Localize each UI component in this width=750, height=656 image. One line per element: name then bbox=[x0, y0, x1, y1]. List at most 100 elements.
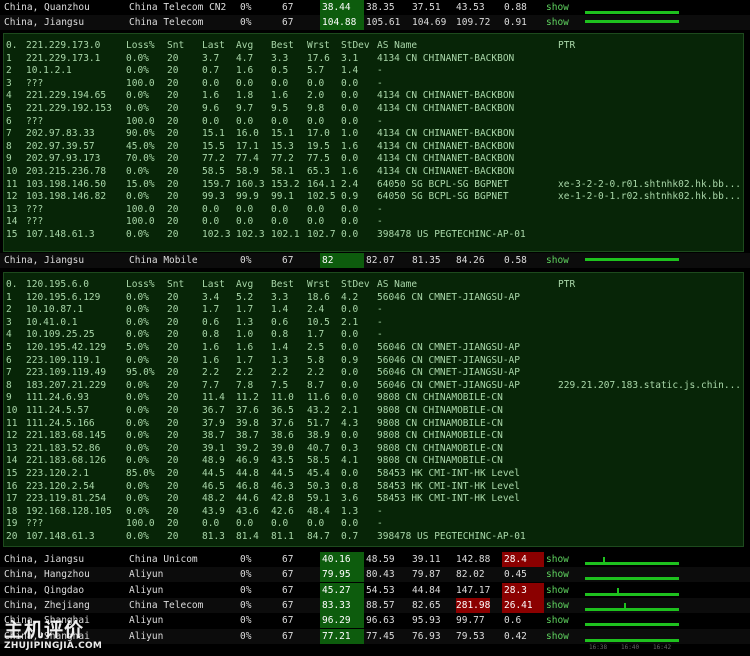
hop-host: 221.229.173.1 bbox=[26, 52, 101, 64]
result-row-jiangsu-mobile: China, Jiangsu China Mobile 0% 67 82 82.… bbox=[0, 253, 750, 268]
hop-loss: 0.0% bbox=[126, 430, 149, 442]
hop-host: ??? bbox=[26, 77, 44, 89]
watermark-url: ZHUJIPINGJIA.COM bbox=[4, 641, 103, 651]
hop-sent: 20 bbox=[167, 342, 179, 353]
hop-sent: 20 bbox=[167, 417, 179, 429]
hop-hop: 1 bbox=[6, 291, 12, 303]
hop-loss: 100.0 bbox=[126, 115, 155, 127]
hop-best: 153.2 bbox=[271, 178, 300, 190]
hop-avg: 46.8 bbox=[236, 480, 259, 492]
sent-cell: 67 bbox=[282, 615, 294, 627]
avg-latency-cell: 77.45 bbox=[366, 630, 395, 642]
hop-host: ??? bbox=[26, 115, 44, 127]
avg-latency-cell: 38.35 bbox=[366, 2, 395, 13]
hop-host: ??? bbox=[26, 203, 44, 215]
header-as-name: AS Name bbox=[377, 279, 418, 290]
hop-stdev: 0.0 bbox=[341, 367, 359, 379]
header-ptr: PTR bbox=[558, 40, 576, 51]
hop-best: 44.5 bbox=[271, 468, 294, 479]
hop-avg: 39.8 bbox=[236, 417, 259, 429]
hop-worst: 59.1 bbox=[307, 493, 330, 505]
hop-best: 38.6 bbox=[271, 430, 294, 442]
hop-best: 1.3 bbox=[271, 354, 289, 366]
hop-worst: 5.7 bbox=[307, 65, 325, 77]
hop-best: 81.1 bbox=[271, 531, 294, 542]
hop-sent: 20 bbox=[167, 505, 179, 517]
show-trace-link[interactable]: show bbox=[546, 613, 569, 628]
location-cell: China, Jiangsu bbox=[4, 554, 85, 565]
result-row: China, Jiangsu China Unicom 0% 67 40.16 48.59… bbox=[0, 552, 750, 567]
hop-last: 0.6 bbox=[202, 316, 220, 328]
show-trace-link[interactable]: show bbox=[546, 0, 569, 15]
hop-worst: 40.7 bbox=[307, 442, 330, 454]
show-trace-link[interactable]: show bbox=[546, 629, 569, 644]
hop-last: 1.6 bbox=[202, 90, 220, 102]
hop-loss: 0.0% bbox=[126, 291, 149, 303]
hop-stdev: 3.6 bbox=[341, 493, 359, 505]
result-row: China, Shanghai Aliyun 0% 67 77.21 77.45 76.93… bbox=[0, 628, 750, 651]
hop-stdev: 1.3 bbox=[341, 505, 359, 517]
location-cell: China, Jiangsu bbox=[4, 17, 85, 28]
hop-worst: 102.5 bbox=[307, 191, 336, 203]
hop-hop: 14 bbox=[6, 216, 18, 228]
show-trace-link[interactable]: show bbox=[546, 583, 569, 598]
hop-worst: 2.5 bbox=[307, 342, 325, 353]
hop-avg: 5.2 bbox=[236, 291, 254, 303]
hop-sent: 20 bbox=[167, 229, 179, 240]
hop-best: 0.5 bbox=[271, 65, 289, 77]
hop-avg: 102.3 bbox=[236, 229, 265, 240]
hop-worst: 43.2 bbox=[307, 405, 330, 416]
hop-stdev: 0.0 bbox=[341, 203, 359, 215]
hop-sent: 20 bbox=[167, 304, 179, 316]
hop-host: ??? bbox=[26, 518, 44, 530]
show-trace-link[interactable]: show bbox=[546, 567, 569, 582]
sparkline-baseline bbox=[585, 562, 679, 565]
avg-latency-cell: 105.61 bbox=[366, 17, 401, 28]
hop-best: 3.3 bbox=[271, 291, 289, 303]
hop-host: 223.120.2.54 bbox=[26, 480, 95, 492]
hop-loss: 0.0% bbox=[126, 531, 149, 542]
hop-stdev: 4.2 bbox=[341, 291, 359, 303]
hop-stdev: 0.0 bbox=[341, 304, 359, 316]
stdev-cell: 26.41 bbox=[502, 597, 544, 613]
avg-latency-cell: 48.59 bbox=[366, 554, 395, 565]
worst-latency-cell: 79.53 bbox=[456, 630, 485, 642]
hop-loss: 0.0% bbox=[126, 392, 149, 404]
hop-last: 3.7 bbox=[202, 52, 220, 64]
hop-worst: 5.8 bbox=[307, 354, 325, 366]
hop-hop: 9 bbox=[6, 153, 12, 165]
hop-hop: 17 bbox=[6, 493, 18, 505]
hop-as-name: - bbox=[377, 329, 383, 341]
result-row: China, Qingdao Aliyun 0% 67 45.27 54.53 44.84 1… bbox=[0, 582, 750, 598]
hop-hop: 7 bbox=[6, 367, 12, 379]
hop-host: 183.207.21.229 bbox=[26, 379, 107, 391]
show-trace-link[interactable]: show bbox=[546, 598, 569, 613]
hop-sent: 20 bbox=[167, 115, 179, 127]
hop-best: 0.0 bbox=[271, 115, 289, 127]
show-trace-link[interactable]: show bbox=[546, 15, 569, 30]
hop-loss: 0.0% bbox=[126, 316, 149, 328]
worst-latency-cell: 84.26 bbox=[456, 255, 485, 266]
hop-best: 11.0 bbox=[271, 392, 294, 404]
show-trace-link[interactable]: show bbox=[546, 253, 569, 268]
hop-as-name: 64050 SG BCPL-SG BGPNET bbox=[377, 191, 509, 203]
hop-loss: 0.0% bbox=[126, 505, 149, 517]
hop-as-name: - bbox=[377, 216, 383, 228]
avg-latency-cell: 88.57 bbox=[366, 599, 395, 611]
hop-last: 0.0 bbox=[202, 77, 220, 89]
hop-stdev: 0.0 bbox=[341, 115, 359, 127]
hop-hop: 10 bbox=[6, 405, 18, 416]
hop-as-name: - bbox=[377, 304, 383, 316]
hop-sent: 20 bbox=[167, 291, 179, 303]
worst-latency-cell: 147.17 bbox=[456, 584, 491, 596]
hop-hop: 4 bbox=[6, 90, 12, 102]
hop-sent: 20 bbox=[167, 468, 179, 479]
loss-cell: 0% bbox=[240, 584, 252, 596]
hop-sent: 20 bbox=[167, 77, 179, 89]
header-worst: Wrst bbox=[307, 40, 330, 51]
hop-host: 111.24.6.93 bbox=[26, 392, 89, 404]
hop-sent: 20 bbox=[167, 405, 179, 416]
hop-as-name: 9808 CN CHINAMOBILE-CN bbox=[377, 405, 503, 416]
show-trace-link[interactable]: show bbox=[546, 552, 569, 567]
hop-as-name: 56046 CN CMNET-JIANGSU-AP bbox=[377, 379, 520, 391]
